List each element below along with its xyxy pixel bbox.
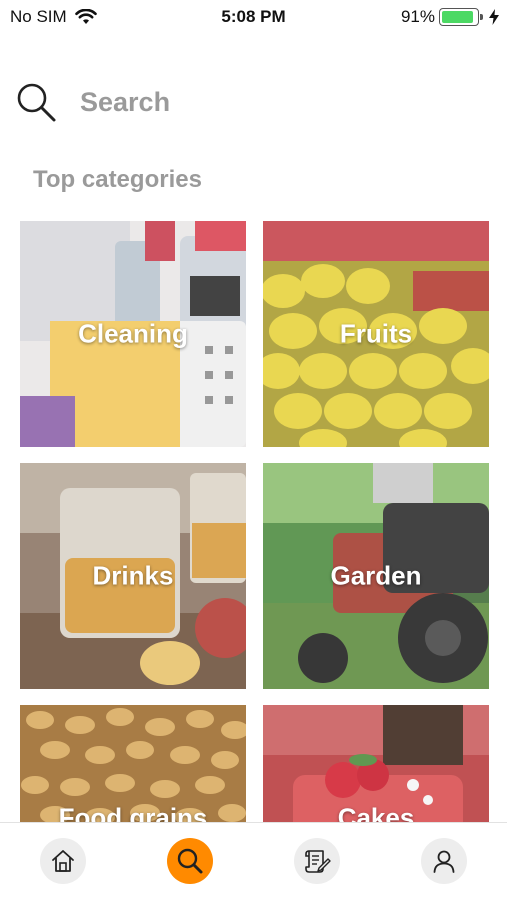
status-bar: No SIM 5:08 PM 91% [0, 0, 507, 36]
category-tile-cakes[interactable]: Cakes [263, 705, 489, 826]
bottom-tab-bar [0, 822, 507, 900]
section-title: Top categories [33, 166, 202, 193]
search-icon[interactable] [14, 80, 58, 124]
category-tile-food-grains[interactable]: Food grains [20, 705, 246, 826]
home-icon [52, 850, 74, 872]
account-icon [433, 850, 455, 873]
category-tile-drinks[interactable]: Drinks [20, 463, 246, 689]
category-label: Garden [330, 560, 422, 591]
search-bar [0, 78, 507, 126]
tab-account[interactable] [421, 838, 467, 884]
tab-search[interactable] [167, 838, 213, 884]
category-grid: Cleaning Fruits Drinks Garden Food grain… [20, 221, 489, 826]
category-label: Cleaning [78, 318, 188, 349]
battery-icon [439, 8, 483, 26]
status-right: 91% [401, 7, 499, 27]
battery-percent: 91% [400, 7, 435, 26]
tab-home[interactable] [40, 838, 86, 884]
category-tile-fruits[interactable]: Fruits [263, 221, 489, 447]
category-label: Drinks [92, 560, 174, 591]
category-tile-garden[interactable]: Garden [263, 463, 489, 689]
category-label: Fruits [339, 318, 413, 349]
search-input[interactable] [80, 82, 480, 122]
category-tile-cleaning[interactable]: Cleaning [20, 221, 246, 447]
tab-orders[interactable] [294, 838, 340, 884]
battery-fill [442, 11, 473, 23]
orders-icon [305, 850, 331, 873]
search-icon [177, 848, 203, 874]
charging-bolt-icon [489, 9, 499, 25]
